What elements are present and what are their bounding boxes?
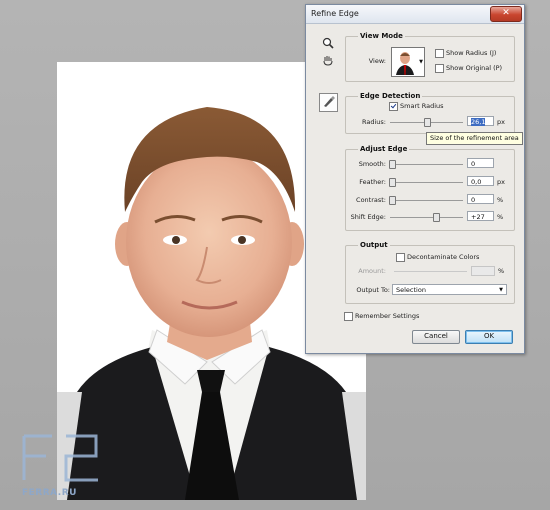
contrast-input[interactable]: 0 [467,194,494,204]
contrast-label: Contrast: [356,196,386,204]
dialog-titlebar[interactable]: Refine Edge ✕ [306,5,524,24]
dialog-title: Refine Edge [311,9,359,18]
remember-settings-label: Remember Settings [355,312,420,320]
view-mode-dropdown[interactable]: ▼ [391,47,425,77]
output-heading: Output [358,241,390,249]
chevron-down-icon: ▼ [419,59,423,65]
decontaminate-colors-label: Decontaminate Colors [407,253,480,261]
shift-edge-unit: % [497,213,504,221]
contrast-slider-thumb[interactable] [389,196,396,205]
edge-detection-heading: Edge Detection [358,92,423,100]
contrast-slider-track[interactable] [390,200,463,201]
view-label: View: [368,57,386,65]
radius-label: Radius: [362,118,386,126]
shift-edge-slider-track[interactable] [390,217,463,218]
output-to-select[interactable]: Selection ▼ [392,284,507,295]
amount-input [471,266,495,276]
radius-input[interactable]: 26,1 [467,116,494,126]
smart-radius-label: Smart Radius [400,102,444,110]
show-original-label: Show Original (P) [446,64,503,72]
smooth-input[interactable]: 0 [467,158,494,168]
close-icon: ✕ [502,8,510,18]
feather-unit: px [497,178,505,186]
watermark-text: FERRA.RU [22,488,77,498]
refine-edge-dialog: Refine Edge ✕ View Mode View: ▼ Show Rad… [305,4,525,354]
magnifier-icon[interactable] [321,37,335,51]
feather-label: Feather: [359,178,386,186]
view-thumbnail-icon [393,49,417,75]
shift-edge-input[interactable]: +27 [467,211,494,221]
radius-tooltip: Size of the refinement area [426,132,523,145]
hand-icon[interactable] [321,54,335,68]
feather-slider-track[interactable] [390,182,463,183]
feather-slider-thumb[interactable] [389,178,396,187]
shift-edge-slider-thumb[interactable] [433,213,440,222]
output-to-label: Output To: [356,286,390,294]
smooth-label: Smooth: [358,160,386,168]
smart-radius-checkbox[interactable] [389,102,398,111]
radius-unit: px [497,118,505,126]
cancel-button[interactable]: Cancel [412,330,460,344]
amount-slider-track [394,271,467,272]
show-radius-label: Show Radius (J) [446,49,497,57]
view-mode-heading: View Mode [358,32,405,40]
amount-unit: % [498,267,505,275]
show-original-checkbox[interactable] [435,64,444,73]
smooth-slider-track[interactable] [390,164,463,165]
remember-settings-checkbox[interactable] [344,312,353,321]
contrast-unit: % [497,196,504,204]
ok-button[interactable]: OK [465,330,513,344]
adjust-edge-heading: Adjust Edge [358,145,410,153]
refine-radius-brush-icon[interactable] [319,93,338,112]
decontaminate-colors-checkbox[interactable] [396,253,405,262]
shift-edge-label: Shift Edge: [350,213,386,221]
show-radius-checkbox[interactable] [435,49,444,58]
close-button[interactable]: ✕ [490,6,522,22]
amount-label: Amount: [358,267,386,275]
smooth-slider-thumb[interactable] [389,160,396,169]
radius-slider-thumb[interactable] [424,118,431,127]
feather-input[interactable]: 0,0 [467,176,494,186]
chevron-down-icon: ▼ [499,287,503,293]
